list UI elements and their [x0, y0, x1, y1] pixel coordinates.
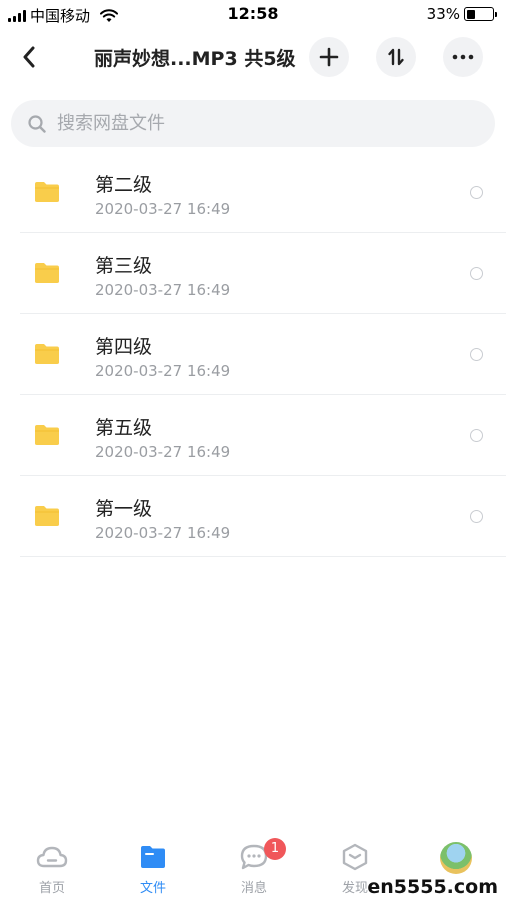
- add-button[interactable]: [309, 37, 349, 77]
- list-item[interactable]: 第二级 2020-03-27 16:49: [0, 152, 506, 233]
- tab-label: 消息: [240, 881, 267, 896]
- file-list: 第二级 2020-03-27 16:49 第三级 2020-03-27 16:4…: [0, 152, 506, 557]
- list-item[interactable]: 第四级 2020-03-27 16:49: [0, 314, 506, 395]
- file-name: 第三级: [95, 255, 153, 277]
- nav-bar: 丽声妙想...MP3 共5级: [0, 30, 506, 84]
- status-right: 33%: [426, 5, 497, 23]
- avatar: [440, 842, 472, 874]
- battery-percent: 33%: [426, 5, 460, 23]
- cube-icon: [342, 843, 368, 871]
- file-name: 第五级: [95, 417, 153, 439]
- divider: [20, 556, 506, 557]
- select-radio[interactable]: [470, 348, 483, 361]
- list-item[interactable]: 第五级 2020-03-27 16:49: [0, 395, 506, 476]
- list-item[interactable]: 第三级 2020-03-27 16:49: [0, 233, 506, 314]
- list-item[interactable]: 第一级 2020-03-27 16:49: [0, 476, 506, 557]
- cloud-icon: [36, 846, 68, 868]
- back-button[interactable]: [14, 42, 44, 72]
- status-bar: 中国移动 12:58 33%: [0, 0, 506, 28]
- watermark: en5555.com: [367, 876, 498, 898]
- file-date: 2020-03-27 16:49: [95, 281, 231, 299]
- app-screen: 中国移动 12:58 33% 丽声妙想...MP3 共5级 搜索网盘文件 第二级…: [0, 0, 506, 900]
- folder-icon: [35, 182, 59, 202]
- sort-icon: [388, 48, 404, 66]
- file-date: 2020-03-27 16:49: [95, 524, 231, 542]
- select-radio[interactable]: [470, 267, 483, 280]
- tab-files[interactable]: 文件: [113, 842, 193, 898]
- folder-icon: [35, 506, 59, 526]
- file-name: 第四级: [95, 336, 153, 358]
- chevron-left-icon: [23, 46, 35, 68]
- search-input[interactable]: [57, 113, 457, 134]
- search-bar[interactable]: [11, 100, 495, 147]
- select-radio[interactable]: [470, 510, 483, 523]
- folder-icon: [35, 263, 59, 283]
- battery-icon: [464, 7, 497, 21]
- file-date: 2020-03-27 16:49: [95, 200, 231, 218]
- file-date: 2020-03-27 16:49: [95, 443, 231, 461]
- tab-label: 文件: [139, 881, 166, 896]
- more-button[interactable]: [443, 37, 483, 77]
- folder-icon: [35, 344, 59, 364]
- file-name: 第二级: [95, 174, 153, 196]
- file-name: 第一级: [95, 498, 153, 520]
- page-title: 丽声妙想...MP3 共5级: [94, 48, 296, 70]
- more-icon: [452, 54, 474, 60]
- select-radio[interactable]: [470, 429, 483, 442]
- folder-icon: [141, 846, 165, 868]
- select-radio[interactable]: [470, 186, 483, 199]
- unread-badge: 1: [264, 838, 286, 860]
- tab-messages[interactable]: 1 消息: [214, 838, 294, 898]
- sort-button[interactable]: [376, 37, 416, 77]
- folder-icon: [35, 425, 59, 445]
- tab-label: 首页: [38, 881, 65, 896]
- file-date: 2020-03-27 16:49: [95, 362, 231, 380]
- search-icon: [28, 114, 46, 133]
- plus-icon: [319, 47, 339, 67]
- tab-home[interactable]: 首页: [12, 842, 92, 898]
